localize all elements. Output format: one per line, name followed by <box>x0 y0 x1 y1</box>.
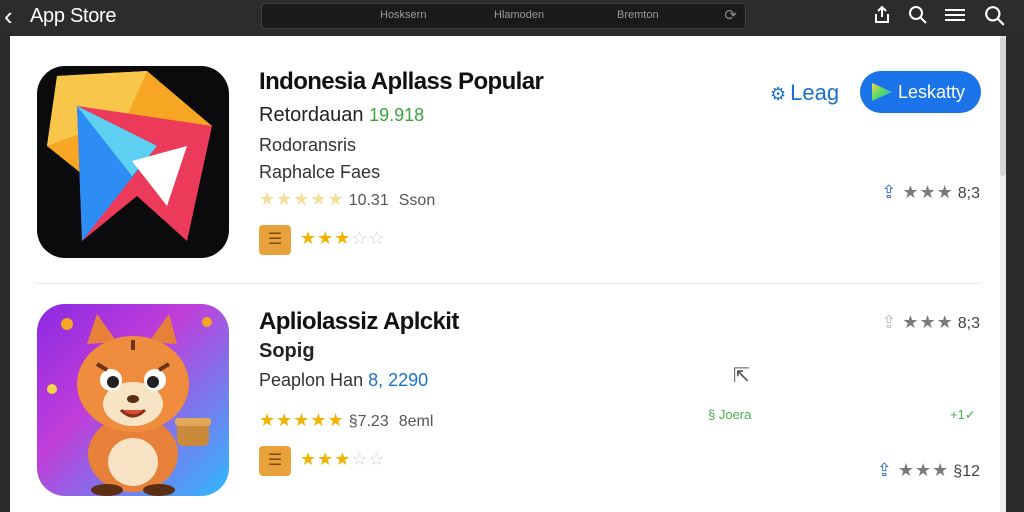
search-icon[interactable] <box>908 5 928 30</box>
play-logo-icon <box>872 83 892 101</box>
search-icon[interactable] <box>984 5 1006 32</box>
developer-value: 8, 2290 <box>368 370 429 390</box>
category-badge-icon: ☰ <box>259 446 291 476</box>
app-icon[interactable] <box>37 66 229 258</box>
tab-bar: Hosksern Hlamoden Bremton ⟳ <box>261 3 746 29</box>
share-icon[interactable]: ⇪ <box>881 182 896 202</box>
star-rating: ★★★★★ <box>259 410 345 430</box>
tab-1[interactable]: Hosksern <box>380 9 426 21</box>
share-icon[interactable] <box>872 5 892 30</box>
refresh-icon[interactable]: ⟳ <box>724 6 737 24</box>
side-rating-value: 8;3 <box>957 185 980 202</box>
rating-value: 10.31 <box>348 192 389 209</box>
side-rating-row: ⇪ ★★★ 8;3 <box>881 312 980 333</box>
side-rating-value: 8;3 <box>957 315 980 332</box>
add-link[interactable]: +1✓ <box>950 407 976 423</box>
subtitle-value: 19.918 <box>369 105 425 125</box>
star-rating: ★★★ <box>902 182 954 202</box>
tiger-mascot-icon <box>47 314 212 496</box>
app-subtitle: Sopig <box>259 340 315 362</box>
star-rating: ★★★ <box>897 460 950 480</box>
top-bar: ‹ App Store Hosksern Hlamoden Bremton ⟳ <box>0 0 1024 34</box>
tab-3[interactable]: Bremton <box>617 9 659 21</box>
menu-icon[interactable] <box>943 5 967 30</box>
play-star-logo-icon <box>47 71 212 241</box>
scrollbar[interactable] <box>1000 36 1006 512</box>
cursor-icon: ⇱ <box>733 365 750 387</box>
subtitle-text: Retordauan <box>259 104 364 126</box>
rating-row: ★★★★★ 10.31 Sson <box>259 189 435 210</box>
app-title[interactable]: Apliolassiz Aplckit <box>259 308 459 336</box>
star-rating: ★★★☆☆ <box>300 228 386 248</box>
side-rating-value: §12 <box>953 463 980 480</box>
share-icon[interactable]: ⇪ <box>881 312 896 332</box>
divider <box>36 283 980 284</box>
app-developer[interactable]: Rodoransris <box>259 135 356 156</box>
developer-name: Peaplon Han <box>259 370 364 390</box>
rating-suffix: Sson <box>398 192 436 209</box>
category-badge-icon: ☰ <box>259 225 291 255</box>
star-rating: ★★★☆☆ <box>300 449 386 469</box>
rating-value: §7.23 <box>348 413 389 430</box>
get-button-label: Leskatty <box>898 82 966 102</box>
star-rating: ★★★ <box>902 312 954 332</box>
leag-label: Leag <box>790 80 840 105</box>
rating-suffix: 8eml <box>398 413 434 430</box>
app-icon[interactable] <box>37 304 229 496</box>
app-title[interactable]: Indonesia Apllass Popular <box>259 68 544 96</box>
app-subtitle: Retordauan 19.918 <box>259 104 424 127</box>
share-icon[interactable]: ⇪ <box>877 460 892 480</box>
rating-row: ★★★★★ §7.23 8eml <box>259 410 433 431</box>
app-title: App Store <box>30 5 117 27</box>
side-rating-row: ⇪ ★★★ §12 <box>877 460 980 481</box>
get-button[interactable]: Leskatty <box>860 71 981 113</box>
app-category: Raphalce Faes <box>259 162 381 182</box>
star-rating: ★★★★★ <box>259 189 345 209</box>
app-developer[interactable]: Peaplon Han 8, 2290 <box>259 370 428 391</box>
install-link[interactable]: § Joera <box>708 407 751 422</box>
scroll-thumb[interactable] <box>1000 36 1006 176</box>
gear-icon: ⚙ <box>770 84 787 104</box>
side-rating-row: ⇪ ★★★ 8;3 <box>881 182 980 203</box>
tab-2[interactable]: Hlamoden <box>494 9 544 21</box>
leag-link[interactable]: ⚙ Leag <box>770 80 839 106</box>
chevron-left-icon[interactable]: ‹ <box>4 3 28 31</box>
